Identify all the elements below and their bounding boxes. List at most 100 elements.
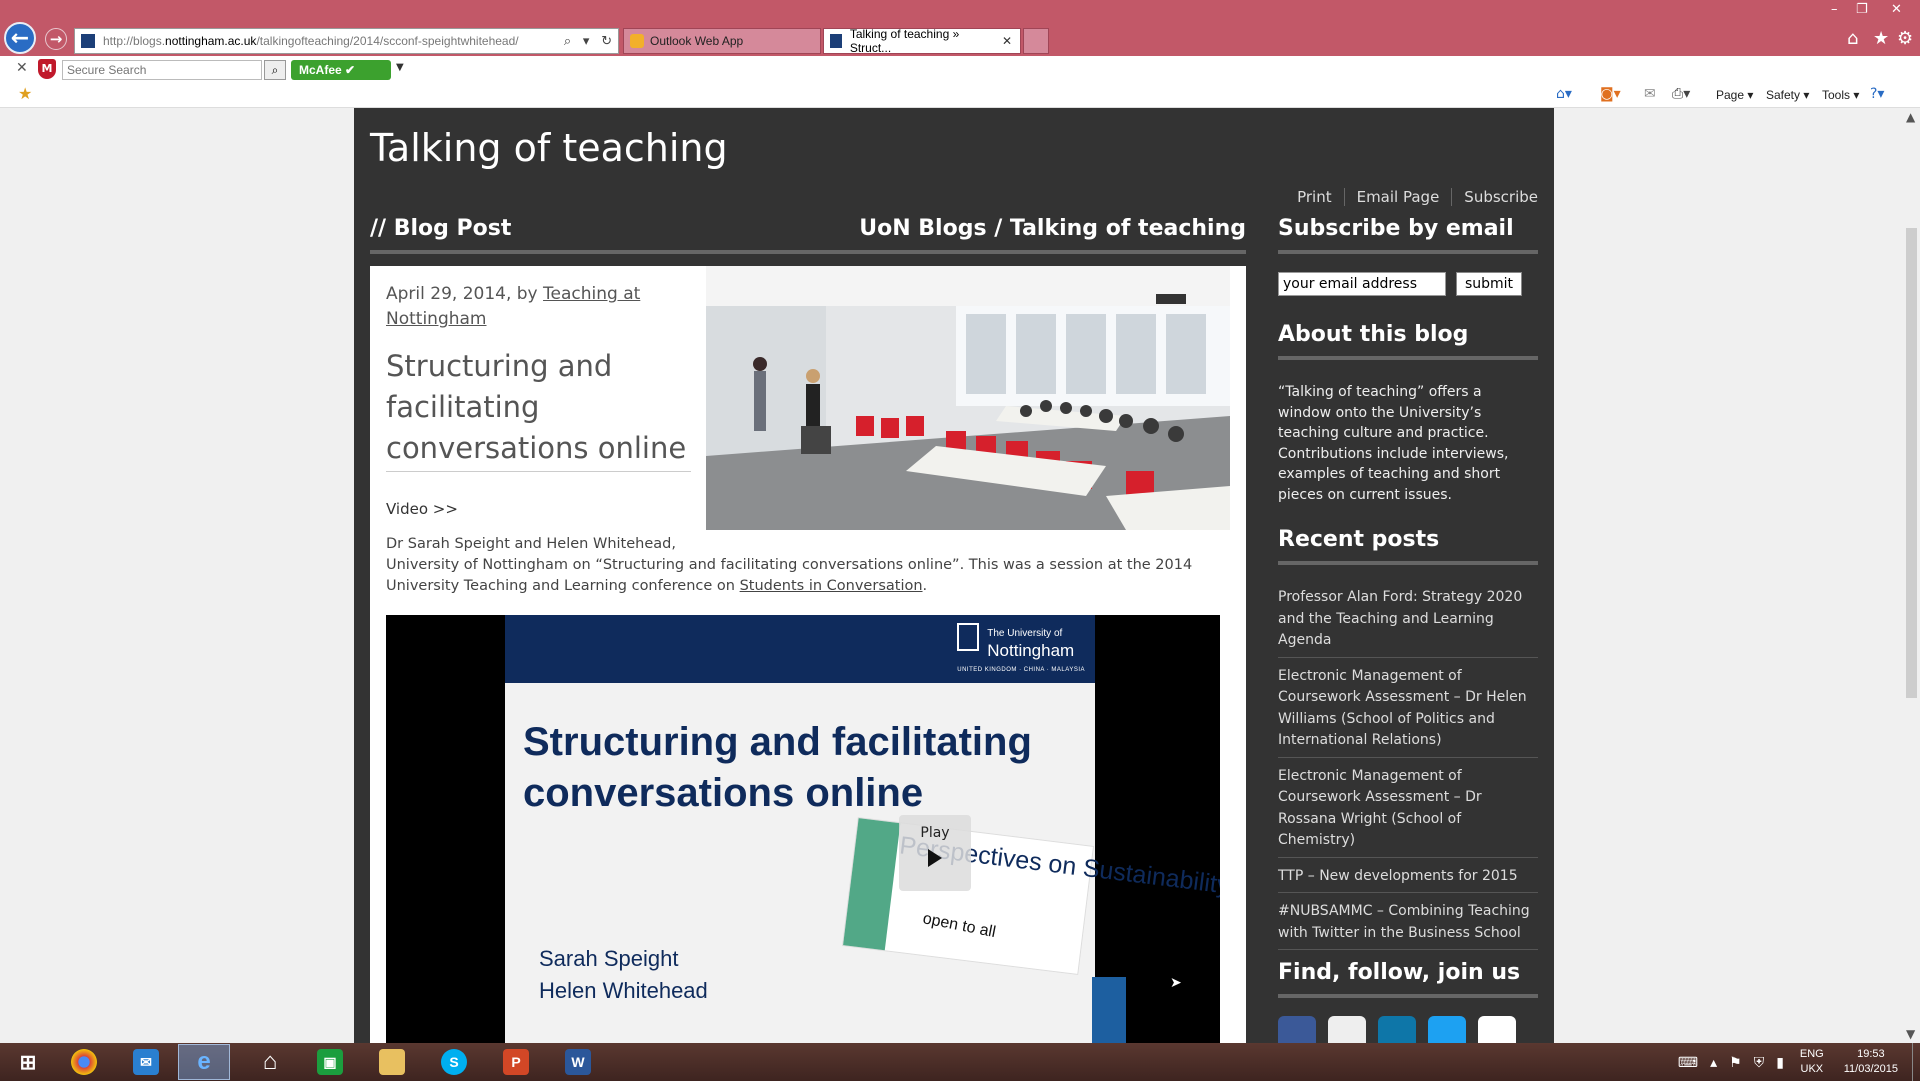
minimize-icon[interactable]: – [1831,2,1838,17]
subscribe-heading: Subscribe by email [1278,216,1538,254]
back-button[interactable]: ← [4,22,36,54]
facebook-icon[interactable] [1278,1016,1316,1043]
language-code: ENG [1799,1048,1824,1060]
taskbar-home[interactable]: ⌂ [244,1044,296,1080]
play-label: Play [920,825,950,841]
tab-label: Outlook Web App [650,34,744,48]
taskbar-chrome[interactable] [58,1044,110,1080]
video-slide: The University of Nottingham UNITED KINGD… [505,615,1220,1043]
help-icon[interactable]: ?▾ [1870,86,1884,102]
mouse-cursor-icon: ➤ [1170,975,1182,991]
taskbar-skype[interactable]: S [428,1044,480,1080]
chrome-icon [71,1049,97,1075]
taskbar-powerpoint[interactable]: P [490,1044,542,1080]
scroll-thumb[interactable] [1906,228,1917,698]
linkedin-icon[interactable] [1378,1016,1416,1043]
mail-icon[interactable]: ✉ [1644,86,1656,102]
add-favorite-icon[interactable]: ★ [18,84,32,103]
internet-explorer-icon: e [197,1048,211,1075]
address-bar[interactable]: http://blogs.nottingham.ac.uk/talkingoft… [74,28,619,54]
banner-illustration [843,818,901,951]
classroom-photo [706,266,1230,530]
taskbar-internet-explorer[interactable]: e [178,1044,230,1080]
recent-post-link[interactable]: #NUBSAMMC – Combining Teaching with Twit… [1278,901,1538,950]
secure-search-input[interactable] [62,60,262,80]
recent-post-link[interactable]: Electronic Management of Coursework Asse… [1278,666,1538,758]
safety-menu[interactable]: Safety ▾ [1766,88,1809,102]
taskbar-file-explorer[interactable] [366,1044,418,1080]
keyboard-layout: UKX [1800,1063,1824,1075]
show-hidden-icon[interactable]: ▴ [1710,1054,1717,1071]
submit-button[interactable]: submit [1456,272,1522,296]
main-column: // Blog Post UoN Blogs / Talking of teac… [370,216,1246,1043]
close-window-icon[interactable]: ✕ [1891,2,1902,17]
forward-button[interactable]: → [45,28,67,50]
email-field[interactable] [1278,272,1446,296]
crest-icon [957,623,980,651]
refresh-icon[interactable]: ↻ [601,34,612,49]
taskbar-outlook[interactable]: ✉ [120,1044,172,1080]
recent-post-link[interactable]: TTP – New developments for 2015 [1278,866,1538,893]
rss-feed-icon[interactable]: ◙▾ [1600,86,1621,102]
new-tab-button[interactable] [1023,28,1049,54]
tools-menu[interactable]: Tools ▾ [1822,88,1859,102]
video-player[interactable]: The University of Nottingham UNITED KINGD… [386,615,1220,1043]
dropdown-icon[interactable]: ▾ [583,34,590,49]
scroll-up-icon[interactable]: ▲ [1906,110,1915,124]
youtube-icon[interactable] [1478,1016,1516,1043]
recent-post-link[interactable]: Professor Alan Ford: Strategy 2020 and t… [1278,587,1538,658]
slide-header-band: The University of Nottingham UNITED KINGD… [505,615,1095,683]
post-body-line: Dr Sarah Speight and Helen Whitehead, [386,536,676,552]
post-date: April 29, 2014, by [386,284,544,304]
mcafee-button[interactable]: McAfee ✔ [291,60,391,80]
network-icon[interactable]: ⚑ [1729,1054,1742,1071]
favorites-star-icon[interactable]: ★ [1873,28,1889,49]
search-go-icon[interactable]: ⌕ [264,60,286,80]
show-desktop-button[interactable] [1912,1043,1920,1081]
students-in-conversation-link[interactable]: Students in Conversation [740,578,923,594]
site-title[interactable]: Talking of teaching [370,126,728,170]
close-tab-icon[interactable]: ✕ [1002,34,1012,48]
mcafee-tray-icon[interactable]: ⛨ [1754,1054,1765,1071]
section-header: // Blog Post UoN Blogs / Talking of teac… [370,216,1246,254]
home-icon[interactable]: ⌂ [1847,28,1858,49]
taskbar-word[interactable]: W [552,1044,604,1080]
page-menu[interactable]: Page ▾ [1716,88,1753,102]
print-icon[interactable]: ⎙▾ [1672,86,1690,102]
twitter-icon[interactable] [1428,1016,1466,1043]
play-button[interactable]: Play [899,815,971,891]
slide-author: Sarah Speight [539,946,679,971]
tab-outlook[interactable]: Outlook Web App [623,28,821,54]
statue-figure [1092,977,1126,1043]
video-link[interactable]: Video >> [386,500,458,518]
home-icon[interactable]: ⌂▾ [1556,86,1572,102]
close-toolbar-icon[interactable]: ✕ [16,60,28,76]
search-icon[interactable]: ⌕ [564,34,571,49]
clock[interactable]: 19:53 11/03/2015 [1844,1047,1898,1077]
tab-talking-of-teaching[interactable]: Talking of teaching » Struct... ✕ [823,27,1021,55]
flickr-icon[interactable] [1328,1016,1366,1043]
clock-time: 19:53 [1857,1048,1885,1060]
outlook-icon [630,34,644,48]
clock-date: 11/03/2015 [1843,1063,1898,1075]
browser-titlebar: ← → http://blogs.nottingham.ac.uk/talkin… [0,0,1920,56]
logo-top-text: The University of [987,628,1063,639]
mcafee-shield-icon: M [38,59,56,79]
powerpoint-icon: P [503,1049,529,1075]
store-icon: ▣ [317,1049,343,1075]
scroll-down-icon[interactable]: ▼ [1906,1027,1915,1041]
settings-gear-icon[interactable]: ⚙ [1897,28,1913,49]
start-button[interactable]: ⊞ [2,1044,54,1080]
social-links [1278,1016,1538,1043]
breadcrumb[interactable]: UoN Blogs / Talking of teaching [859,216,1246,250]
vertical-scrollbar[interactable]: ▲ ▼ [1903,108,1920,1043]
chevron-down-icon[interactable]: ▼ [396,62,404,73]
recent-post-link[interactable]: Electronic Management of Coursework Asse… [1278,766,1538,858]
tab-label: Talking of teaching » Struct... [849,27,960,55]
banner-subtitle: open to all [921,910,998,942]
language-indicator[interactable]: ENG UKX [1800,1047,1824,1077]
keyboard-icon[interactable]: ⌨ [1678,1054,1698,1071]
signal-icon[interactable]: ▮ [1776,1054,1784,1071]
taskbar-store[interactable]: ▣ [304,1044,356,1080]
restore-icon[interactable]: ❐ [1856,2,1868,17]
